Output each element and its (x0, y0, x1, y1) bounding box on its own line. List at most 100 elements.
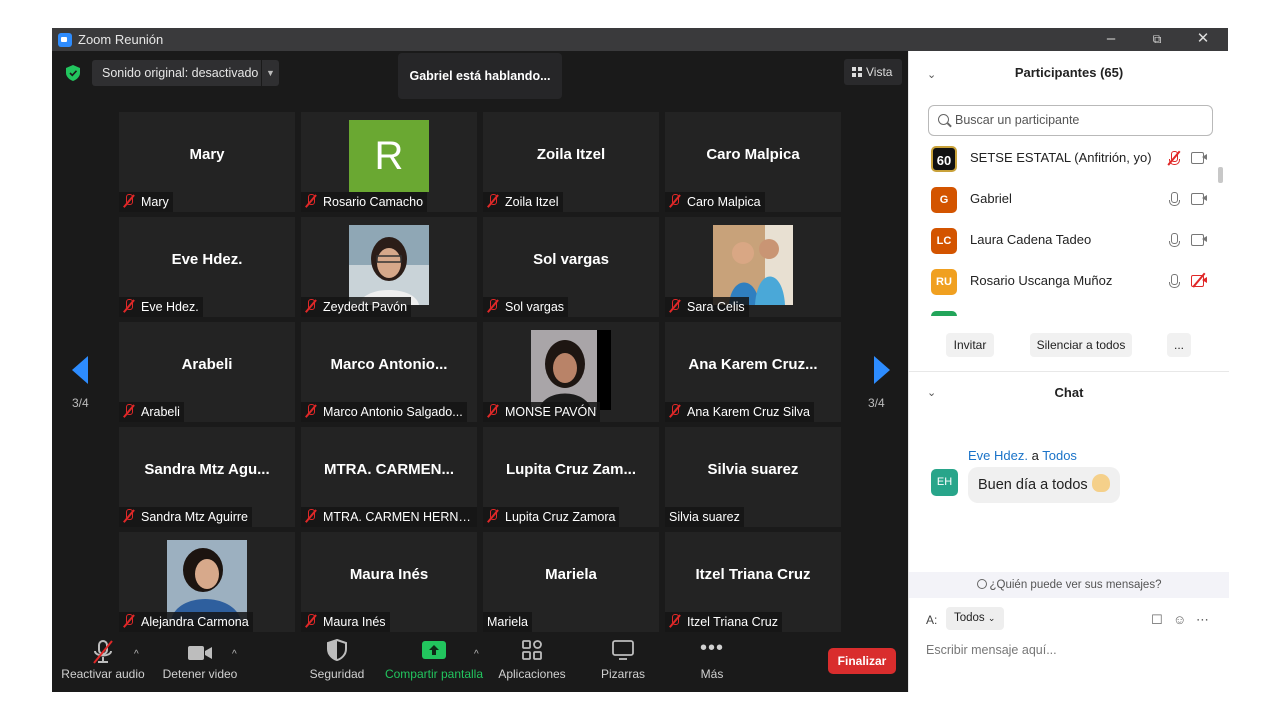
video-tile[interactable]: R Rosario Camacho (301, 112, 477, 212)
share-options-caret[interactable]: ^ (474, 649, 479, 660)
video-tile[interactable]: Zoila Itzel Zoila Itzel (483, 112, 659, 212)
video-options-caret[interactable]: ^ (232, 649, 237, 660)
participant-name: SETSE ESTATAL (Anfitrión, yo) (970, 150, 1152, 165)
video-tile[interactable]: Itzel Triana Cruz Itzel Triana Cruz (665, 532, 841, 632)
page-indicator-left: 3/4 (72, 396, 89, 410)
tile-name: Mary (189, 146, 225, 163)
end-meeting-button[interactable]: Finalizar (828, 648, 896, 674)
tile-label: Sara Celis (665, 297, 749, 317)
file-icon[interactable]: ☐ (1151, 612, 1163, 628)
participants-more-button[interactable]: ... (1167, 333, 1191, 357)
view-button[interactable]: Vista (844, 59, 902, 85)
video-tile[interactable]: Eve Hdez. Eve Hdez. (119, 217, 295, 317)
tile-name: Itzel Triana Cruz (695, 566, 811, 583)
tile-name: Maura Inés (349, 566, 429, 583)
camera-icon (188, 646, 212, 660)
previous-page-arrow-icon[interactable] (72, 356, 88, 384)
mic-icon[interactable] (1169, 233, 1180, 247)
video-tile[interactable]: MTRA. CARMEN... MTRA. CARMEN HERNA... (301, 427, 477, 527)
video-tile[interactable]: Zeydedt Pavón (301, 217, 477, 317)
video-tile[interactable]: Ana Karem Cruz... Ana Karem Cruz Silva (665, 322, 841, 422)
mic-icon[interactable] (1169, 274, 1180, 288)
participant-photo (531, 330, 611, 410)
video-tile[interactable]: Marco Antonio... Marco Antonio Salgado..… (301, 322, 477, 422)
tile-name: Marco Antonio... (330, 356, 448, 373)
audio-options-caret[interactable]: ^ (134, 649, 139, 660)
whiteboard-icon (612, 640, 634, 660)
video-tile[interactable]: Mary Mary (119, 112, 295, 212)
mic-icon[interactable] (1169, 192, 1180, 206)
whiteboards-button[interactable]: Pizarras (588, 639, 658, 689)
chat-recipient[interactable]: Todos (1042, 448, 1077, 463)
tile-name: Silvia suarez (707, 461, 799, 478)
video-tile[interactable]: Sol vargas Sol vargas (483, 217, 659, 317)
video-tile[interactable]: Lupita Cruz Zam... Lupita Cruz Zamora (483, 427, 659, 527)
more-dots-icon: ••• (699, 637, 724, 659)
to-label: A: (926, 613, 938, 627)
apps-button[interactable]: Aplicaciones (494, 639, 570, 689)
mic-muted-icon[interactable] (1167, 150, 1181, 166)
tile-name: Mariela (545, 566, 597, 583)
invite-button[interactable]: Invitar (946, 333, 994, 357)
video-tile[interactable]: Arabeli Arabeli (119, 322, 295, 422)
chat-message-input[interactable]: Escribir mensaje aquí... (926, 640, 1216, 660)
camera-icon[interactable] (1191, 234, 1207, 246)
close-button[interactable]: ✕ (1180, 28, 1226, 51)
participant-photo (713, 225, 793, 305)
avatar: R (349, 120, 429, 192)
video-tile[interactable]: MONSE PAVÓN (483, 322, 659, 422)
message-visibility-link[interactable]: ¿Quién puede ver sus mensajes? (909, 572, 1229, 598)
tile-label: Arabeli (119, 402, 184, 422)
stop-video-button[interactable]: Detener video (156, 639, 244, 689)
video-tile[interactable]: Sandra Mtz Agu... Sandra Mtz Aguirre (119, 427, 295, 527)
more-options-icon[interactable]: ⋯ (1196, 612, 1209, 628)
camera-icon[interactable] (1191, 152, 1207, 164)
security-button[interactable]: Seguridad (302, 638, 372, 689)
mic-muted-icon (487, 194, 499, 208)
tile-label: Lupita Cruz Zamora (483, 507, 620, 527)
mic-muted-icon (123, 299, 135, 313)
minimize-button[interactable]: – (1088, 28, 1134, 51)
original-sound-dropdown[interactable]: Sonido original: desactivado ▼ (92, 60, 279, 86)
avatar: G (931, 187, 957, 213)
camera-icon[interactable] (1191, 193, 1207, 205)
more-button[interactable]: ••• Más (682, 637, 742, 689)
tile-label: Mariela (483, 612, 532, 632)
tile-label: MTRA. CARMEN HERNA... (301, 507, 477, 527)
mic-muted-icon (305, 614, 317, 628)
mic-muted-icon (487, 509, 499, 523)
participant-row[interactable]: 60 SETSE ESTATAL (Anfitrión, yo) (909, 138, 1219, 178)
restore-button[interactable]: ⧉ (1134, 28, 1180, 51)
mic-muted-icon (305, 299, 317, 313)
chevron-down-icon[interactable]: ▼ (261, 60, 279, 86)
participant-search-input[interactable]: Buscar un participante (928, 105, 1213, 136)
video-tile[interactable]: Alejandra Carmona (119, 532, 295, 632)
chat-sender-name[interactable]: Eve Hdez. (968, 448, 1028, 463)
mic-muted-icon (669, 614, 681, 628)
video-tile[interactable]: Maura Inés Maura Inés (301, 532, 477, 632)
video-tile[interactable]: Mariela Mariela (483, 532, 659, 632)
participant-row[interactable]: LC Laura Cadena Tadeo (909, 220, 1219, 260)
active-speaker-banner: Gabriel está hablando... (398, 53, 562, 99)
camera-off-icon[interactable] (1191, 272, 1207, 288)
participant-row[interactable]: G Gabriel (909, 179, 1219, 219)
tile-label: Maura Inés (301, 612, 390, 632)
participant-row[interactable]: RU Rosario Uscanga Muñoz (909, 261, 1219, 301)
next-page-arrow-icon[interactable] (874, 356, 890, 384)
unmute-audio-button[interactable]: Reactivar audio (58, 639, 148, 689)
zoom-window: Zoom Reunión – ⧉ ✕ Sonido original: desa… (52, 28, 1229, 692)
video-tile[interactable]: Silvia suarez Silvia suarez (665, 427, 841, 527)
video-tile[interactable]: Sara Celis (665, 217, 841, 317)
participants-scrollbar[interactable] (1218, 167, 1223, 183)
recipient-select[interactable]: Todos ⌄ (946, 607, 1004, 630)
share-screen-button[interactable]: Compartir pantalla (382, 639, 486, 689)
emoji-icon[interactable]: ☺ (1173, 612, 1186, 627)
tile-name: Eve Hdez. (171, 251, 243, 268)
tile-name: Sol vargas (533, 251, 609, 268)
video-tile[interactable]: Caro Malpica Caro Malpica (665, 112, 841, 212)
mic-muted-icon (487, 299, 499, 313)
avatar: RU (931, 269, 957, 295)
chat-header: Chat (1054, 385, 1084, 400)
tile-name: Ana Karem Cruz... (688, 356, 818, 373)
mute-all-button[interactable]: Silenciar a todos (1030, 333, 1132, 357)
